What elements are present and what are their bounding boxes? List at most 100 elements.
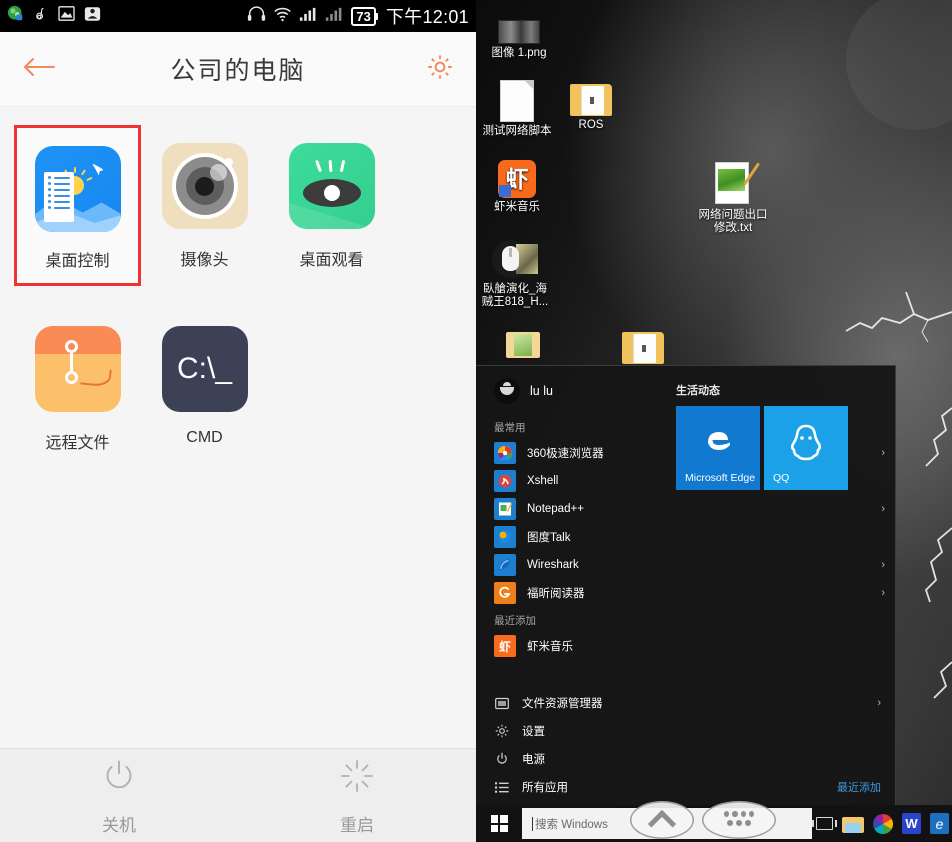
power-icon: [494, 752, 510, 766]
desktop-icon-xiami[interactable]: 虾 虾米音乐: [480, 160, 554, 214]
app-grid: 桌面控制 摄像头 桌面观看 远程文件 C:\_ CMD: [0, 107, 476, 764]
desktop-icon-label: 图像 1.png: [491, 47, 547, 59]
start-item-label: Wireshark: [527, 559, 579, 571]
tile-microsoft-edge[interactable]: Microsoft Edge: [676, 406, 760, 490]
edge-icon: [676, 420, 760, 468]
start-item-talk[interactable]: 图度Talk: [476, 523, 895, 551]
desktop-icon-network-script[interactable]: 测试网络脚本: [480, 80, 554, 138]
status-notification-icons: [7, 5, 101, 27]
mouse-recorder-icon: [492, 238, 538, 280]
chevron-right-icon: ›: [881, 587, 885, 599]
app-remote-file[interactable]: 远程文件: [14, 308, 141, 465]
remote-control-screen: 73 下午12:01 公司的电脑 桌面控制 摄像头 桌面观看 远程文件 C:\_…: [0, 0, 952, 842]
text-caret: [532, 816, 533, 831]
browser-app-icon: [7, 5, 24, 27]
desktop-icon-network-txt[interactable]: 网络问题出口修改.txt: [696, 162, 770, 235]
restart-button[interactable]: 重启: [238, 749, 476, 842]
desktop-icon-folder-a[interactable]: [486, 330, 560, 361]
start-item-wireshark[interactable]: Wireshark ›: [476, 551, 895, 579]
start-bottom-label: 电源: [522, 754, 545, 766]
start-bottom-all-apps[interactable]: 所有应用 最近添加: [476, 773, 895, 801]
edge-icon[interactable]: e: [930, 813, 949, 834]
app-cmd[interactable]: C:\_ CMD: [141, 308, 268, 465]
start-bottom-label: 所有应用: [522, 782, 568, 794]
start-item-notepadpp[interactable]: Notepad++ ›: [476, 495, 895, 523]
headset-icon: [247, 5, 266, 27]
folder-icon: [570, 82, 612, 116]
desktop-icon-label: 测试网络脚本: [482, 125, 552, 137]
desktop-icon-video[interactable]: 臥艙演化_海贼王818_H...: [478, 238, 552, 309]
app-camera[interactable]: 摄像头: [141, 125, 268, 286]
lightning-glow: [846, 0, 952, 130]
user-name: lu lu: [530, 384, 553, 398]
gear-icon[interactable]: [426, 53, 454, 86]
download-icon: [84, 6, 101, 27]
status-clock: 下午12:01: [385, 7, 469, 27]
start-menu-tiles: 生活动态 Microsoft Edge QQ: [676, 366, 896, 490]
folder-icon: [506, 330, 540, 358]
desktop-icon-label: 臥艙演化_海贼王818_H...: [481, 283, 549, 308]
netease-music-icon: [33, 6, 49, 27]
360-browser-icon[interactable]: [873, 813, 893, 834]
360-browser-icon: [494, 442, 516, 464]
talk-icon: [494, 526, 516, 548]
start-bottom-label: 文件资源管理器: [522, 698, 603, 710]
desktop-icon-ros[interactable]: ROS: [554, 82, 628, 132]
start-bottom-file-explorer[interactable]: 文件资源管理器 ›: [476, 689, 895, 717]
tile-row: Microsoft Edge QQ: [676, 406, 896, 490]
chevron-right-icon: ›: [881, 559, 885, 571]
windows-taskbar: 搜索 Windows W e: [476, 805, 952, 842]
power-icon: [99, 756, 139, 801]
app-label: CMD: [186, 429, 223, 446]
app-desktop-control[interactable]: 桌面控制: [14, 125, 141, 286]
desktop-icon-label: 网络问题出口修改.txt: [698, 209, 768, 234]
status-system-icons: 73 下午12:01: [247, 3, 469, 29]
windows-remote-desktop-panel: 图像 1.png 测试网络脚本 ROS 虾 虾米音乐 臥艙演化_海贼王818_H…: [476, 0, 952, 842]
search-input[interactable]: 搜索 Windows: [522, 808, 812, 839]
chevron-right-icon: ›: [877, 697, 881, 709]
tile-qq[interactable]: QQ: [764, 406, 848, 490]
image-thumbnail-icon: [498, 20, 540, 44]
xshell-icon: [494, 470, 516, 492]
windows-logo-icon: [490, 815, 508, 832]
app-label: 桌面控制: [45, 253, 110, 270]
app-header-bar: 公司的电脑: [0, 32, 476, 107]
restart-spinner-icon: [337, 756, 377, 801]
app-grid-row-2: 远程文件 C:\_ CMD: [0, 308, 476, 465]
cmd-glyph: C:\_: [176, 352, 233, 385]
task-view-icon[interactable]: [812, 817, 837, 830]
foxit-reader-icon: [494, 582, 516, 604]
start-section-title-recent: 最近添加: [494, 615, 536, 627]
notepadpp-icon: [494, 498, 516, 520]
start-bottom-settings[interactable]: 设置: [476, 717, 895, 745]
start-bottom-power[interactable]: 电源: [476, 745, 895, 773]
settings-gear-icon: [494, 724, 510, 738]
user-avatar-icon: [494, 378, 520, 404]
taskbar-icons: W e: [812, 813, 949, 834]
start-item-label: 福昕阅读器: [527, 588, 585, 600]
file-explorer-icon[interactable]: [842, 815, 864, 833]
app-desktop-view[interactable]: 桌面观看: [268, 125, 395, 286]
desktop-icon-image-1[interactable]: 图像 1.png: [482, 20, 556, 60]
desktop-icon-folder-b[interactable]: [606, 330, 680, 367]
start-item-label: 图度Talk: [527, 532, 571, 544]
battery-indicator: 73: [351, 6, 379, 26]
shutdown-button[interactable]: 关机: [0, 749, 238, 842]
back-arrow-icon[interactable]: [22, 55, 56, 84]
wifi-icon: [273, 6, 292, 27]
desktop-control-icon: [34, 146, 121, 232]
shutdown-label: 关机: [102, 815, 136, 835]
screenshot-icon: [58, 6, 75, 26]
app-label: 远程文件: [45, 435, 110, 452]
xiami-music-icon: 虾: [498, 160, 536, 198]
start-item-xiami-music[interactable]: 虾 虾米音乐: [476, 632, 895, 660]
app-label: 桌面观看: [299, 252, 364, 269]
android-status-bar: 73 下午12:01: [0, 0, 476, 32]
start-bottom-label: 设置: [522, 726, 545, 738]
document-icon: [500, 80, 534, 122]
chevron-right-icon: ›: [881, 503, 885, 515]
wps-icon[interactable]: W: [902, 813, 921, 834]
start-item-foxit-reader[interactable]: 福昕阅读器 ›: [476, 579, 895, 607]
signal-bars-icon: [299, 6, 318, 26]
start-button[interactable]: [476, 805, 522, 842]
